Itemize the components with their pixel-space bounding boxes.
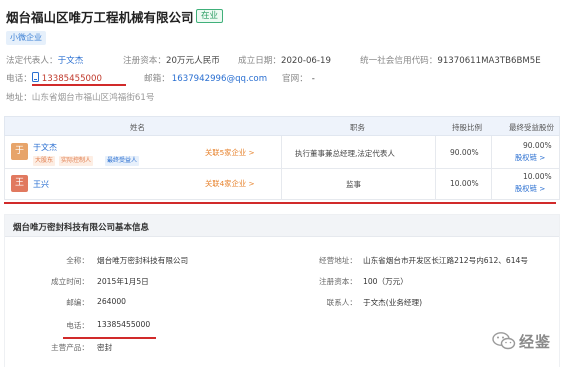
product-value: 密封: [97, 343, 113, 352]
column-divider: [281, 169, 282, 199]
contact-value: 于文杰(业务经理): [363, 298, 423, 307]
info-row-address: 地址：山东省烟台市福山区鸿福街61号: [6, 91, 154, 103]
legal-rep-link[interactable]: 于文杰: [58, 56, 84, 66]
position-value: 监事: [346, 180, 361, 189]
row-highlight-underline: [4, 202, 556, 204]
company-header-card: 烟台福山区唯万工程机械有限公司 在业 小微企业 法定代表人：于文杰 注册资本：2…: [0, 0, 565, 108]
zip-label: 邮编：: [66, 298, 89, 307]
website-label: 官网：: [282, 74, 308, 84]
website-value: -: [311, 74, 315, 84]
column-divider: [435, 136, 436, 168]
email-link[interactable]: 1637942996@qq.com: [172, 74, 267, 84]
column-divider: [491, 136, 492, 168]
credit-code-label: 统一社会信用代码：: [360, 56, 438, 66]
table-header: 姓名 职务 持股比例 最终受益股份: [4, 116, 560, 136]
equity-chain-link[interactable]: 股权链 >: [515, 153, 545, 163]
panel-header: 烟台唯万密封科技有限公司基本信息: [5, 215, 559, 237]
equity-chain-link[interactable]: 股权链 >: [515, 184, 545, 194]
avatar: 王: [11, 175, 28, 192]
column-divider: [435, 169, 436, 199]
founded-value: 2015年1月5日: [97, 277, 149, 286]
status-badge: 在业: [196, 9, 224, 23]
email-label: 邮箱：: [144, 74, 170, 84]
phone-label: 电话：: [6, 74, 32, 84]
legal-rep-label: 法定代表人：: [6, 56, 58, 66]
final-share-value: 90.00%: [523, 141, 552, 150]
founded-value: 2020-06-19: [280, 56, 331, 66]
phone-label: 电话：: [66, 321, 89, 330]
phone-highlight-underline: [63, 337, 156, 339]
col-header-position: 职务: [350, 123, 365, 132]
address-value: 山东省烟台市福山区鸿福街61号: [31, 93, 155, 103]
tag-actual-controller: 实际控制人: [59, 156, 94, 166]
capital-label: 注册资本：: [319, 277, 357, 286]
founded-label: 成立日期：: [238, 56, 281, 66]
table-row: 于 于文杰 大股东 实际控制人 最终受益人 关联5家企业 > 执行董事兼总经理,…: [4, 136, 560, 169]
address-label: 经营地址：: [319, 256, 357, 265]
address-value: 山东省烟台市开发区长江路212号内612、614号: [363, 256, 528, 265]
ratio-value: 10.00%: [450, 179, 479, 188]
watermark-text: 经鉴: [518, 332, 551, 351]
product-label: 主营产品：: [51, 343, 89, 352]
company-name: 烟台福山区唯万工程机械有限公司: [6, 10, 194, 25]
tag-final-beneficiary: 最终受益人: [105, 156, 140, 166]
shareholder-name-link[interactable]: 王兴: [33, 179, 49, 190]
credit-code-field: 统一社会信用代码：91370611MA3TB6BM5E: [360, 54, 541, 66]
company-tag-badge[interactable]: 小微企业: [6, 31, 46, 45]
column-divider: [491, 169, 492, 199]
shareholder-name-link[interactable]: 于文杰: [33, 142, 57, 153]
phone-highlight-underline: [32, 84, 126, 86]
capital-value: 20万元人民币: [165, 56, 220, 66]
phone-icon: [31, 72, 39, 82]
position-value: 执行董事兼总经理,法定代表人: [295, 149, 395, 158]
fullname-value: 烟台唯万密封科技有限公司: [97, 256, 189, 265]
col-header-ratio: 持股比例: [452, 123, 482, 132]
founded-field: 成立日期：2020-06-19: [238, 54, 331, 66]
col-header-final-share: 最终受益股份: [509, 123, 554, 132]
shareholder-table: 姓名 职务 持股比例 最终受益股份 于 于文杰 大股东 实际控制人 最终受益人 …: [4, 116, 560, 204]
phone-field: 电话： 13385455000: [6, 72, 102, 84]
fullname-label: 全称：: [66, 256, 89, 265]
phone-value[interactable]: 13385455000: [42, 74, 102, 84]
email-field: 邮箱： 1637942996@qq.com: [144, 72, 267, 84]
table-row: 王 王兴 关联4家企业 > 监事 10.00% 10.00% 股权链 >: [4, 169, 560, 200]
column-divider: [281, 136, 282, 168]
contact-label: 联系人：: [326, 298, 357, 307]
capital-label: 注册资本：: [123, 56, 166, 66]
zip-value: 264000: [97, 297, 126, 306]
avatar: 于: [11, 143, 28, 160]
related-companies-link[interactable]: 关联4家企业 >: [205, 179, 255, 189]
address-label: 地址：: [6, 93, 32, 103]
tag-major-shareholder: 大股东: [33, 156, 56, 166]
capital-value: 100（万元）: [363, 277, 408, 286]
basic-info-panel: 烟台唯万密封科技有限公司基本信息 全称： 烟台唯万密封科技有限公司 成立时间： …: [4, 214, 560, 367]
watermark: 经鉴: [492, 328, 551, 354]
website-field: 官网： -: [282, 72, 315, 84]
final-share-value: 10.00%: [523, 172, 552, 181]
legal-rep-field: 法定代表人：于文杰: [6, 54, 83, 66]
panel-title: 烟台唯万密封科技有限公司基本信息: [13, 223, 150, 233]
phone-value: 13385455000: [97, 320, 151, 329]
ratio-value: 90.00%: [450, 148, 479, 157]
wechat-icon: [492, 332, 516, 350]
col-header-name: 姓名: [130, 123, 145, 132]
credit-code-value: 91370611MA3TB6BM5E: [437, 56, 541, 66]
founded-label: 成立时间：: [51, 277, 89, 286]
related-companies-link[interactable]: 关联5家企业 >: [205, 148, 255, 158]
capital-field: 注册资本：20万元人民币: [123, 54, 220, 66]
